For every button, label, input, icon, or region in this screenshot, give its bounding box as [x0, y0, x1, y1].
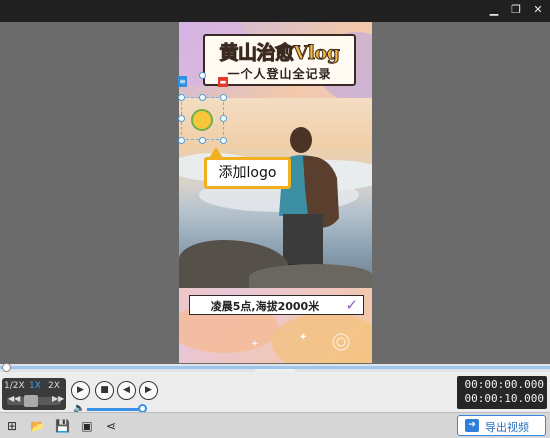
speed-normal[interactable]: 1X [29, 381, 41, 391]
video-title: 黄山治愈Vlog [219, 42, 340, 65]
speed-double[interactable]: 2X [48, 381, 60, 391]
svg-text:+: + [251, 339, 259, 349]
speed-control: 1/2X 1X 2X ◀◀ ▶▶ [2, 378, 66, 410]
prev-frame-button[interactable]: ◀ [117, 381, 136, 400]
trash-icon[interactable]: ▬ [218, 77, 228, 87]
close-icon[interactable]: ✕ [530, 2, 546, 18]
playback-controls: 1/2X 1X 2X ◀◀ ▶▶ ▶ ■ ◀ ▶ 🔈 00:00:00.000 … [0, 372, 550, 414]
speed-half[interactable]: 1/2X [4, 381, 25, 391]
timeline-playhead[interactable] [2, 363, 11, 372]
resize-handle[interactable] [178, 137, 185, 144]
edit-icon[interactable]: ≡ [178, 76, 187, 87]
resize-handle[interactable] [178, 94, 185, 101]
title-bar: ▁ ❐ ✕ [0, 0, 550, 22]
resize-handle[interactable] [199, 137, 206, 144]
export-icon: ➜ [465, 419, 479, 432]
resize-handle[interactable] [220, 94, 227, 101]
export-video-button[interactable]: ➜ 导出视频 [457, 415, 546, 436]
resize-handle[interactable] [220, 137, 227, 144]
stop-button[interactable]: ■ [95, 381, 114, 400]
current-time: 00:00:00.000 [464, 378, 544, 391]
restore-icon[interactable]: ❐ [508, 2, 524, 18]
volume-level [87, 408, 143, 411]
resize-handle[interactable] [199, 94, 206, 101]
rotate-handle[interactable] [199, 72, 206, 79]
crop-icon[interactable]: ⊞ [5, 419, 19, 433]
rock-shape [249, 264, 372, 288]
logo-image[interactable] [191, 109, 213, 131]
minimize-icon[interactable]: ▁ [486, 2, 502, 18]
decor-doodles: + ✦ [251, 332, 350, 351]
video-canvas[interactable]: 黄山治愈Vlog 一个人登山全记录 凌晨5点,海拔2000米 ✓ + ✦ [179, 22, 372, 363]
total-time: 00:00:10.000 [464, 392, 544, 405]
resize-handle[interactable] [220, 115, 227, 122]
resize-handle[interactable] [178, 115, 185, 122]
svg-text:✦: ✦ [299, 332, 307, 343]
next-frame-button[interactable]: ▶ [139, 381, 158, 400]
folder-icon[interactable]: 📂 [30, 419, 45, 433]
rewind-icon[interactable]: ◀◀ [8, 394, 20, 403]
share-icon[interactable]: ⋖ [104, 419, 118, 433]
speed-slider-knob[interactable] [24, 395, 38, 407]
add-logo-tooltip: 添加logo [204, 157, 291, 189]
save-icon[interactable]: 💾 [55, 419, 70, 433]
fast-forward-icon[interactable]: ▶▶ [52, 394, 64, 403]
play-button[interactable]: ▶ [71, 381, 90, 400]
export-label: 导出视频 [485, 421, 529, 434]
bottom-toolbar: ⊞ 📂 💾 ▣ ⋖ ➜ 导出视频 [0, 412, 550, 438]
timecode-display: 00:00:00.000 00:00:10.000 [457, 376, 547, 409]
save-as-icon[interactable]: ▣ [80, 419, 94, 433]
